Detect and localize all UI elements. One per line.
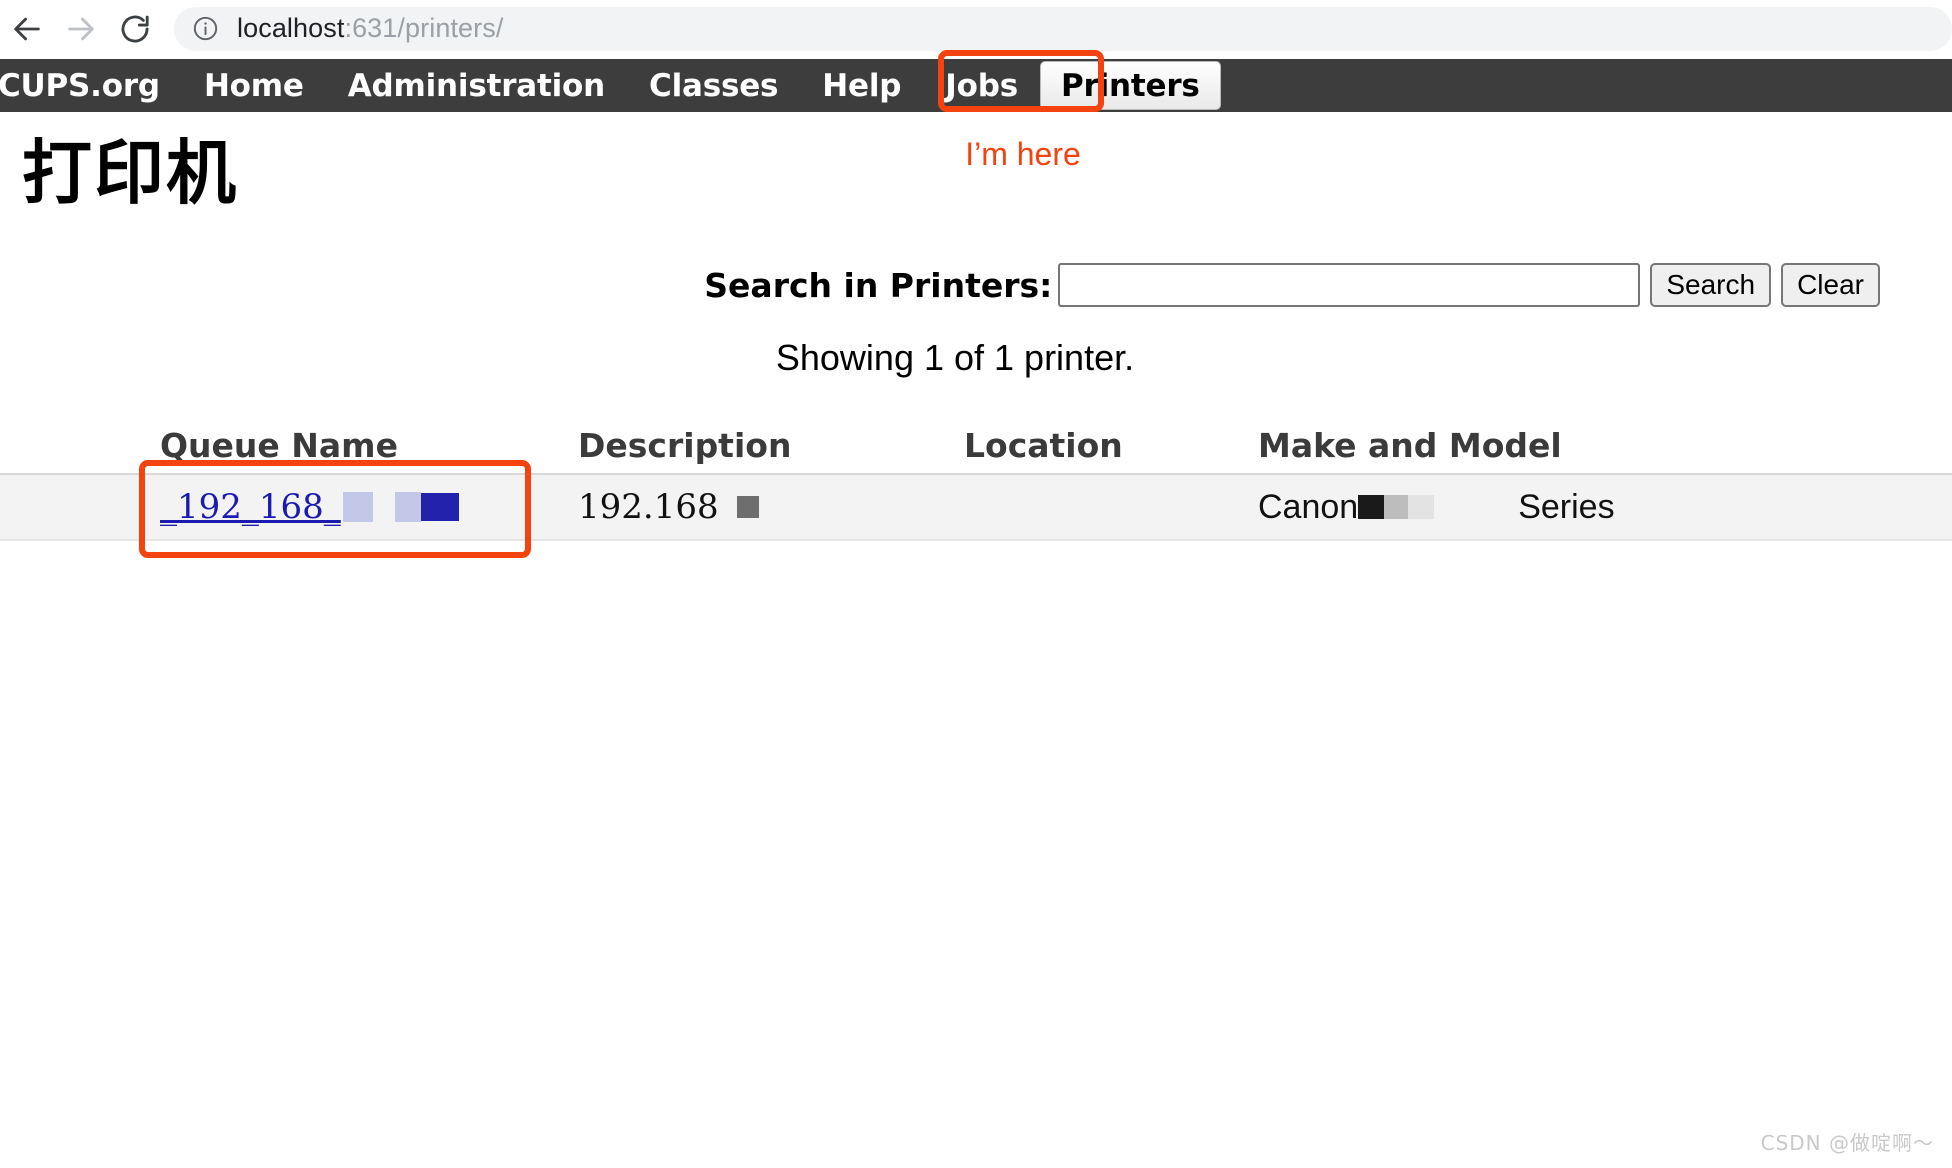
nav-item-home[interactable]: Home <box>182 59 326 112</box>
description-text: 192.168 <box>578 487 719 527</box>
table-row[interactable]: _192_168_ 192.168 Canon Series <box>0 473 1952 541</box>
printers-table: Queue Name Description Location Make and… <box>0 426 1952 541</box>
column-header-description[interactable]: Description <box>540 426 940 465</box>
redaction-block <box>736 496 759 518</box>
printer-queue-link[interactable]: _192_168_ <box>160 487 341 527</box>
nav-item-cups-org[interactable]: CUPS.org <box>0 59 182 112</box>
redaction-block <box>1384 495 1409 519</box>
column-header-make-and-model[interactable]: Make and Model <box>1240 426 1940 465</box>
cell-description: 192.168 <box>540 487 940 527</box>
address-bar[interactable]: localhost:631/printers/ <box>174 6 1952 51</box>
url-host: localhost <box>237 13 345 43</box>
info-circle-icon[interactable] <box>192 15 219 42</box>
arrow-right-icon <box>64 12 98 46</box>
cell-queue-name: _192_168_ <box>0 487 540 527</box>
annotation-label-im-here: I’m here <box>965 136 1081 172</box>
back-button[interactable] <box>0 2 54 56</box>
nav-item-administration[interactable]: Administration <box>326 59 627 112</box>
cups-navbar: CUPS.org Home Administration Classes Hel… <box>0 59 1952 112</box>
browser-window: localhost:631/printers/ CUPS.org Home Ad… <box>0 0 1952 1168</box>
search-bar: Search in Printers: Search Clear <box>0 263 1880 307</box>
forward-button[interactable] <box>54 2 108 56</box>
make-suffix-text: Series <box>1518 487 1615 526</box>
nav-item-jobs[interactable]: Jobs <box>923 59 1040 112</box>
redaction-block <box>420 493 459 521</box>
redaction-block <box>1408 495 1435 519</box>
redaction-block <box>394 492 421 522</box>
arrow-left-icon <box>10 12 44 46</box>
search-label: Search in Printers: <box>704 265 1053 305</box>
redaction-block <box>1358 495 1385 519</box>
search-input[interactable] <box>1058 263 1641 307</box>
make-prefix-text: Canon <box>1258 487 1359 526</box>
clear-button[interactable]: Clear <box>1781 263 1880 307</box>
url-text: localhost:631/printers/ <box>237 13 503 44</box>
page-title: 打印机 <box>22 132 238 214</box>
reload-button[interactable] <box>108 2 162 56</box>
table-header-row: Queue Name Description Location Make and… <box>0 426 1952 473</box>
nav-item-classes[interactable]: Classes <box>627 59 800 112</box>
column-header-location[interactable]: Location <box>940 426 1240 465</box>
search-button[interactable]: Search <box>1650 263 1772 307</box>
reload-icon <box>118 12 152 46</box>
cell-make-and-model: Canon Series <box>1240 488 1940 527</box>
column-header-queue-name[interactable]: Queue Name <box>0 426 540 465</box>
watermark: CSDN @做啶啊～ <box>1760 1131 1934 1155</box>
redaction-block <box>342 492 373 522</box>
nav-item-help[interactable]: Help <box>800 59 923 112</box>
nav-item-printers[interactable]: Printers <box>1039 61 1221 110</box>
browser-toolbar: localhost:631/printers/ <box>0 0 1952 57</box>
url-path: :631/printers/ <box>344 13 504 43</box>
results-summary: Showing 1 of 1 printer. <box>775 337 1135 378</box>
